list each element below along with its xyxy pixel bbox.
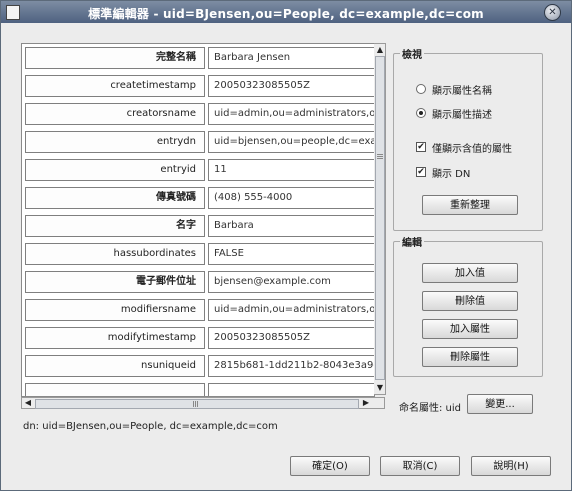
show-dn-checkbox[interactable]: ✔ — [416, 167, 426, 177]
vertical-scrollbar[interactable]: ▲ ▼ — [374, 43, 386, 395]
editor-window: 標準編輯器 - uid=BJensen,ou=People, dc=exampl… — [0, 0, 572, 491]
window-title: 標準編輯器 - uid=BJensen,ou=People, dc=exampl… — [88, 7, 484, 21]
show-names-radio[interactable] — [416, 84, 426, 94]
attribute-name-cell[interactable]: creatorsname — [25, 103, 205, 125]
attribute-value-cell[interactable]: Barbara Jensen — [208, 47, 374, 69]
edit-group: 編輯 加入值 刪除值 加入屬性 刪除屬性 — [393, 234, 543, 377]
table-row[interactable] — [22, 380, 374, 396]
attribute-name-cell[interactable]: entryid — [25, 159, 205, 181]
attribute-value-cell[interactable]: uid=admin,ou=administrators,ou=topologym… — [208, 299, 374, 321]
table-row[interactable]: hassubordinates FALSE — [22, 240, 374, 268]
scroll-up-icon[interactable]: ▲ — [375, 45, 385, 55]
table-row[interactable]: 電子郵件位址 bjensen@example.com — [22, 268, 374, 296]
scroll-right-icon[interactable]: ▶ — [361, 398, 371, 408]
attribute-name-cell[interactable]: nsuniqueid — [25, 355, 205, 377]
attribute-table: 完整名稱 Barbara Jensen createtimestamp 2005032… — [21, 43, 375, 397]
horizontal-scroll-thumb[interactable] — [35, 399, 359, 409]
only-values-checkbox[interactable]: ✔ — [416, 142, 426, 152]
attribute-name-cell[interactable]: modifytimestamp — [25, 327, 205, 349]
ok-button[interactable]: 確定(O) — [290, 456, 370, 476]
attribute-name-cell[interactable]: 名字 — [25, 215, 205, 237]
scroll-grip — [193, 401, 194, 407]
attribute-value-cell[interactable]: 20050323085505Z — [208, 75, 374, 97]
delete-attribute-button[interactable]: 刪除屬性 — [422, 347, 518, 367]
scroll-grip — [377, 158, 383, 159]
edit-group-title: 編輯 — [400, 234, 424, 249]
table-row[interactable]: createtimestamp 20050323085505Z — [22, 72, 374, 100]
scroll-left-icon[interactable]: ◀ — [23, 398, 33, 408]
table-row[interactable]: entrydnuid=bjensen,ou=people,dc=example,… — [22, 128, 374, 156]
table-row[interactable]: 完整名稱 Barbara Jensen — [22, 44, 374, 72]
attribute-value-cell[interactable]: uid=bjensen,ou=people,dc=example,dc=com — [208, 131, 374, 153]
help-button[interactable]: 說明(H) — [471, 456, 551, 476]
dn-display: dn: uid=BJensen,ou=People, dc=example,dc… — [23, 421, 278, 432]
scroll-down-icon[interactable]: ▼ — [375, 383, 385, 393]
table-row[interactable]: modifiersname uid=admin,ou=administrators… — [22, 296, 374, 324]
attribute-value-cell[interactable]: (408) 555-4000 — [208, 187, 374, 209]
cancel-button[interactable]: 取消(C) — [380, 456, 460, 476]
view-group-title: 檢視 — [400, 46, 424, 61]
delete-value-button[interactable]: 刪除值 — [422, 291, 518, 311]
add-attribute-button[interactable]: 加入屬性 — [422, 319, 518, 339]
attribute-name-cell[interactable]: createtimestamp — [25, 75, 205, 97]
show-description-radio[interactable] — [416, 108, 426, 118]
attribute-name-cell[interactable]: hassubordinates — [25, 243, 205, 265]
attribute-value-cell[interactable]: bjensen@example.com — [208, 271, 374, 293]
naming-attribute-label: 命名屬性: uid — [399, 403, 462, 414]
table-row[interactable]: 傳真號碼 (408) 555-4000 — [22, 184, 374, 212]
attribute-value-cell[interactable] — [208, 383, 374, 396]
horizontal-scrollbar[interactable]: ◀ ▶ — [21, 397, 385, 409]
table-row[interactable]: creatorsname uid=admin,ou=administrators,… — [22, 100, 374, 128]
only-values-label[interactable]: 僅顯示含值的屬性 — [432, 140, 512, 155]
scroll-grip — [377, 154, 383, 155]
table-row[interactable]: 名字 Barbara — [22, 212, 374, 240]
refresh-button[interactable]: 重新整理 — [422, 195, 518, 215]
attribute-value-cell[interactable]: 2815b681-1dd211b2-8043e3a9-8b — [208, 355, 374, 377]
attribute-value-cell[interactable]: FALSE — [208, 243, 374, 265]
scroll-grip — [377, 156, 383, 157]
attribute-name-cell[interactable]: 傳真號碼 — [25, 187, 205, 209]
view-group: 檢視 顯示屬性名稱 顯示屬性描述 ✔ 僅顯示含值的屬性 ✔ 顯示 DN 重新整理 — [393, 46, 543, 231]
close-icon[interactable]: ✕ — [544, 4, 561, 21]
vertical-scroll-thumb[interactable] — [375, 56, 385, 380]
attribute-value-cell[interactable]: uid=admin,ou=administrators,ou=topologym… — [208, 103, 374, 125]
table-row[interactable]: entryid 11 — [22, 156, 374, 184]
add-value-button[interactable]: 加入值 — [422, 263, 518, 283]
attribute-value-cell[interactable]: Barbara — [208, 215, 374, 237]
attribute-name-cell[interactable]: 電子郵件位址 — [25, 271, 205, 293]
title-bar[interactable]: 標準編輯器 - uid=BJensen,ou=People, dc=exampl… — [1, 1, 571, 23]
scroll-grip — [195, 401, 196, 407]
show-names-label[interactable]: 顯示屬性名稱 — [432, 82, 492, 97]
attribute-name-cell[interactable]: 完整名稱 — [25, 47, 205, 69]
scroll-grip — [197, 401, 198, 407]
table-row[interactable]: nsuniqueid 2815b681-1dd211b2-8043e3a9-8b — [22, 352, 374, 380]
attribute-name-cell[interactable]: entrydn — [25, 131, 205, 153]
table-row[interactable]: modifytimestamp 20050323085505Z — [22, 324, 374, 352]
attribute-value-cell[interactable]: 11 — [208, 159, 374, 181]
attribute-value-cell[interactable]: 20050323085505Z — [208, 327, 374, 349]
show-dn-label[interactable]: 顯示 DN — [432, 165, 470, 180]
attribute-name-cell[interactable]: modifiersname — [25, 299, 205, 321]
attribute-name-cell[interactable] — [25, 383, 205, 396]
show-description-label[interactable]: 顯示屬性描述 — [432, 106, 492, 121]
change-naming-button[interactable]: 變更... — [467, 394, 533, 414]
